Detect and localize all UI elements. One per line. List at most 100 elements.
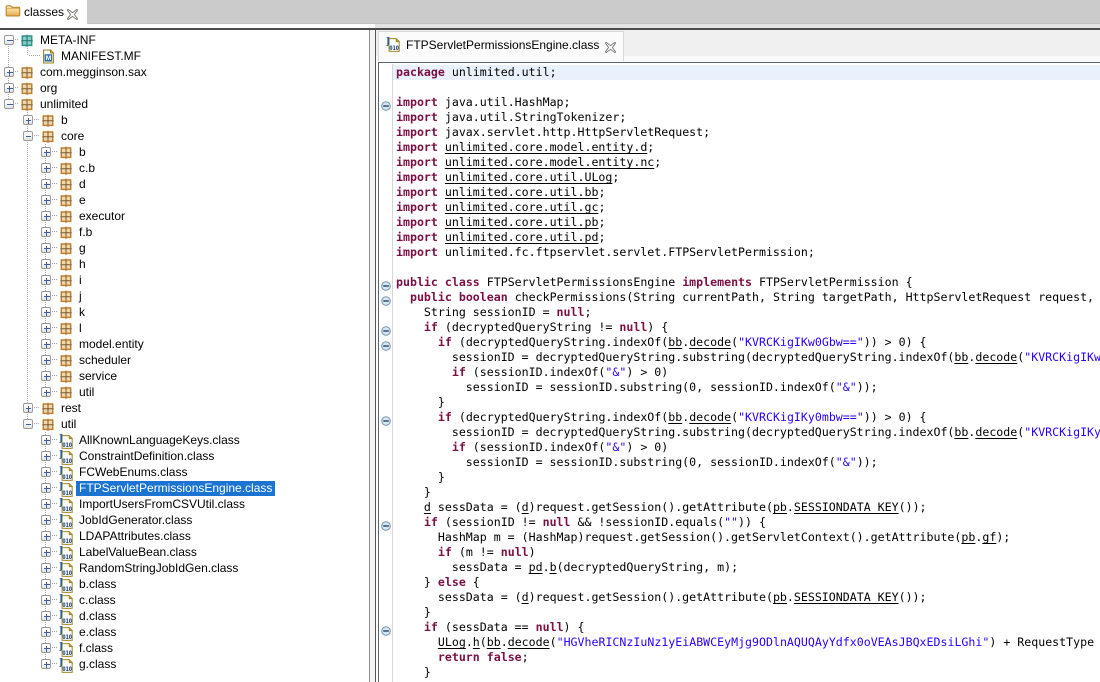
code-reference-link[interactable]: bb <box>954 350 968 364</box>
code-reference-link[interactable]: pb <box>961 530 975 544</box>
tree-item-executor[interactable]: executor <box>0 208 370 224</box>
code-reference-link[interactable]: unlimited.core.util.pb <box>445 215 599 229</box>
tree-expand-toggle[interactable] <box>41 515 51 525</box>
tree-item-b-class[interactable]: J010b.class <box>0 576 370 592</box>
tree-item-e-class[interactable]: J010e.class <box>0 624 370 640</box>
tree-collapse-toggle[interactable] <box>4 35 14 45</box>
tree-item-c-class[interactable]: J010c.class <box>0 592 370 608</box>
tree-expand-toggle[interactable] <box>41 195 51 205</box>
tree-item-h[interactable]: h <box>0 256 370 272</box>
code-reference-link[interactable]: pd <box>529 560 543 574</box>
tree-item-c-b[interactable]: c.b <box>0 160 370 176</box>
fold-collapse-icon[interactable] <box>381 518 391 528</box>
code-reference-link[interactable]: b <box>550 560 557 574</box>
code-reference-link[interactable]: bb <box>954 425 968 439</box>
tree-expand-toggle[interactable] <box>41 275 51 285</box>
code-reference-link[interactable]: unlimited.core.util.bb <box>445 185 599 199</box>
tree-item-j[interactable]: j <box>0 288 370 304</box>
code-reference-link[interactable]: h <box>473 635 480 649</box>
tree-expand-toggle[interactable] <box>41 163 51 173</box>
tree-expand-toggle[interactable] <box>41 531 51 541</box>
fold-collapse-icon[interactable] <box>381 413 391 423</box>
code-reference-link[interactable]: bb <box>487 635 501 649</box>
tree-expand-toggle[interactable] <box>41 259 51 269</box>
tree-item-util[interactable]: util <box>0 384 370 400</box>
tree-item-com-megginson-sax[interactable]: com.megginson.sax <box>0 64 370 80</box>
tree-item-scheduler[interactable]: scheduler <box>0 352 370 368</box>
tree-item-unlimited[interactable]: unlimited <box>0 96 370 112</box>
tree-item-b[interactable]: b <box>0 144 370 160</box>
fold-collapse-icon[interactable] <box>381 323 391 333</box>
tree-item-importusersfromcsvutil-class[interactable]: J010ImportUsersFromCSVUtil.class <box>0 496 370 512</box>
code-reference-link[interactable]: pb <box>773 590 787 604</box>
code-reference-link[interactable]: SESSIONDATA_KEY <box>794 500 899 514</box>
tree-item-d[interactable]: d <box>0 176 370 192</box>
tree-item-fcwebenums-class[interactable]: J010FCWebEnums.class <box>0 464 370 480</box>
tree-expand-toggle[interactable] <box>23 115 33 125</box>
tree-expand-toggle[interactable] <box>41 387 51 397</box>
tree-item-k[interactable]: k <box>0 304 370 320</box>
tree-expand-toggle[interactable] <box>41 483 51 493</box>
tree-item-ftpservletpermissionsengine-class[interactable]: J010FTPServletPermissionsEngine.class <box>0 480 370 496</box>
tree-expand-toggle[interactable] <box>41 323 51 333</box>
tree-item-constraintdefinition-class[interactable]: J010ConstraintDefinition.class <box>0 448 370 464</box>
tree-item-i[interactable]: i <box>0 272 370 288</box>
tree-expand-toggle[interactable] <box>41 595 51 605</box>
tree-item-g-class[interactable]: J010g.class <box>0 656 370 672</box>
tree-expand-toggle[interactable] <box>41 339 51 349</box>
code-reference-link[interactable]: decode <box>975 425 1017 439</box>
code-reference-link[interactable]: unlimited.core.model.entity.nc <box>445 155 654 169</box>
fold-collapse-icon[interactable] <box>381 338 391 348</box>
tree-collapse-toggle[interactable] <box>23 131 33 141</box>
tab-class-file[interactable]: J010 FTPServletPermissionsEngine.class <box>378 31 624 61</box>
tree-item-util[interactable]: util <box>0 416 370 432</box>
tree-expand-toggle[interactable] <box>41 643 51 653</box>
code-reference-link[interactable]: ULog <box>438 635 466 649</box>
tree-expand-toggle[interactable] <box>41 291 51 301</box>
tree-item-labelvaluebean-class[interactable]: J010LabelValueBean.class <box>0 544 370 560</box>
code-reference-link[interactable]: unlimited.core.util.ULog <box>445 170 613 184</box>
tree-item-allknownlanguagekeys-class[interactable]: J010AllKnownLanguageKeys.class <box>0 432 370 448</box>
tree-item-manifest-mf[interactable]: MMANIFEST.MF <box>0 48 370 64</box>
fold-collapse-icon[interactable] <box>381 623 391 633</box>
tree-item-randomstringjobidgen-class[interactable]: J010RandomStringJobIdGen.class <box>0 560 370 576</box>
tree-expand-toggle[interactable] <box>41 467 51 477</box>
tree-expand-toggle[interactable] <box>41 547 51 557</box>
tree-item-service[interactable]: service <box>0 368 370 384</box>
tree-expand-toggle[interactable] <box>4 67 14 77</box>
fold-collapse-icon[interactable] <box>381 98 391 108</box>
code-reference-link[interactable]: d <box>522 500 529 514</box>
tree-expand-toggle[interactable] <box>41 147 51 157</box>
code-reference-link[interactable]: bb <box>668 335 682 349</box>
tree-item-l[interactable]: l <box>0 320 370 336</box>
code-reference-link[interactable]: pb <box>773 500 787 514</box>
tree-expand-toggle[interactable] <box>41 579 51 589</box>
tree-item-e[interactable]: e <box>0 192 370 208</box>
tree-expand-toggle[interactable] <box>41 627 51 637</box>
tree-expand-toggle[interactable] <box>41 371 51 381</box>
code-reference-link[interactable]: gf <box>982 530 996 544</box>
tree-item-core[interactable]: core <box>0 128 370 144</box>
tree-expand-toggle[interactable] <box>41 243 51 253</box>
tree-collapse-toggle[interactable] <box>4 99 14 109</box>
tree-item-f-b[interactable]: f.b <box>0 224 370 240</box>
code-reference-link[interactable]: decode <box>689 335 731 349</box>
tree-item-g[interactable]: g <box>0 240 370 256</box>
code-reference-link[interactable]: bb <box>668 410 682 424</box>
tree-expand-toggle[interactable] <box>41 179 51 189</box>
code-reference-link[interactable]: decode <box>975 350 1017 364</box>
tree-expand-toggle[interactable] <box>41 499 51 509</box>
tree-item-model-entity[interactable]: model.entity <box>0 336 370 352</box>
tab-classes[interactable]: classes <box>0 0 87 28</box>
tree-item-org[interactable]: org <box>0 80 370 96</box>
tree-item-jobidgenerator-class[interactable]: J010JobIdGenerator.class <box>0 512 370 528</box>
code-reference-link[interactable]: unlimited.core.model.entity.d <box>445 140 647 154</box>
tree-item-meta-inf[interactable]: META-INF <box>0 32 370 48</box>
tree-expand-toggle[interactable] <box>4 83 14 93</box>
tree-item-b[interactable]: b <box>0 112 370 128</box>
tree-item-d-class[interactable]: J010d.class <box>0 608 370 624</box>
code-reference-link[interactable]: decode <box>689 410 731 424</box>
code-reference-link[interactable]: decode <box>508 635 550 649</box>
close-icon[interactable] <box>67 7 78 18</box>
tree-item-rest[interactable]: rest <box>0 400 370 416</box>
